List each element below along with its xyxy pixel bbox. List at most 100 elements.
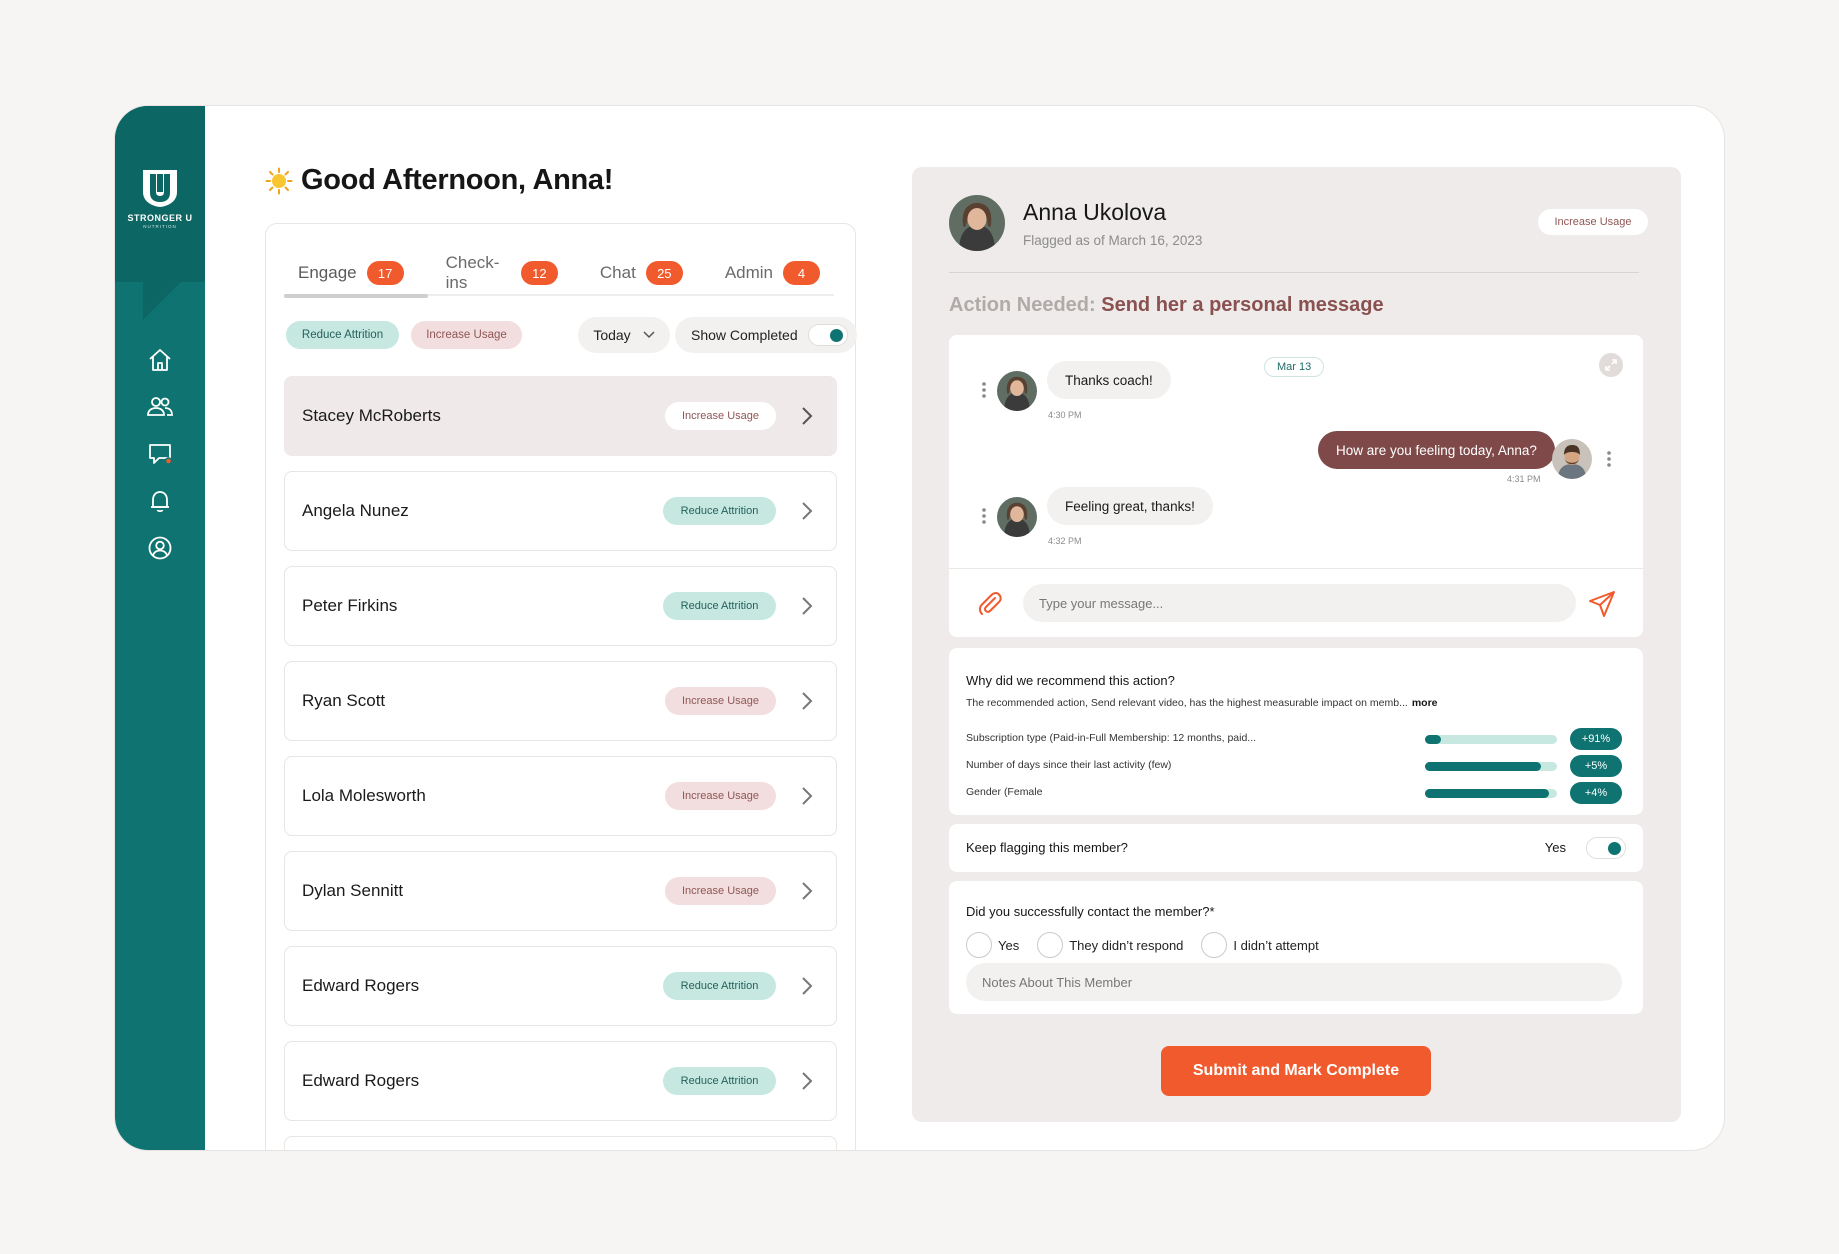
radio-label: They didn’t respond [1069,937,1184,953]
sidebar: STRONGER U NUTRITION [115,106,205,1150]
message-time: 4:30 PM [1048,410,1082,420]
message-bubble-outgoing: How are you feeling today, Anna? [1318,431,1555,469]
member-tag: Reduce Attrition [663,972,776,1000]
chevron-right-icon [802,692,813,710]
message-options-icon[interactable] [981,507,987,525]
member-name: Ryan Scott [302,691,386,710]
tab-engage-count: 17 [366,261,404,285]
tab-chat[interactable]: Chat 25 [586,252,697,294]
nav-account[interactable] [143,534,177,562]
message-bubble-incoming: Feeling great, thanks! [1047,487,1213,525]
action-needed: Action Needed: Send her a personal messa… [949,294,1384,317]
flagged-date: Flagged as of March 16, 2023 [1023,233,1203,248]
send-icon[interactable] [1587,589,1617,619]
more-link[interactable]: more [1412,697,1438,709]
factor-label: Number of days since their last activity… [966,759,1172,771]
member-tag: Increase Usage [665,687,776,715]
engage-panel: Engage 17 Check-ins 12 Chat 25 Admin 4 R… [265,223,857,1150]
member-name: Stacey McRoberts [302,406,441,425]
submit-button[interactable]: Submit and Mark Complete [1161,1046,1431,1096]
contact-question: Did you successfully contact the member?… [966,904,1215,919]
radio-didnt-attempt[interactable]: I didn’t attempt [1201,932,1319,958]
chevron-right-icon [802,407,813,425]
radio-yes[interactable]: Yes [966,932,1019,958]
notes-field[interactable] [966,963,1622,1001]
radio-label: I didn’t attempt [1233,937,1319,953]
why-description-text: The recommended action, Send relevant vi… [966,697,1408,709]
tab-check-ins-count: 12 [520,261,558,285]
contact-options: Yes They didn’t respond I didn’t attempt [966,932,1319,958]
tab-engage[interactable]: Engage 17 [284,252,418,294]
chevron-right-icon [802,882,813,900]
member-card[interactable]: Edward Rogers Reduce Attrition [284,946,837,1026]
message-options-icon[interactable] [1606,450,1612,468]
nav-chat[interactable] [143,440,177,468]
tab-chat-count: 25 [645,261,683,285]
tab-check-ins[interactable]: Check-ins 12 [432,252,572,294]
chat-composer [949,568,1643,637]
chevron-right-icon [802,977,813,995]
factor-bar [1425,762,1557,771]
expand-icon[interactable] [1599,353,1623,377]
chevron-right-icon [802,597,813,615]
date-dropdown-value: Today [593,327,631,343]
action-needed-text: Send her a personal message [1101,294,1384,316]
date-dropdown[interactable]: Today [578,317,670,353]
message-bubble-incoming: Thanks coach! [1047,361,1171,399]
member-tag: Reduce Attrition [663,497,776,525]
show-completed-toggle[interactable] [807,324,848,346]
brand-logo[interactable]: STRONGER U NUTRITION [115,106,205,282]
members-icon [147,397,173,416]
nav-members[interactable] [143,393,177,421]
chat-panel: Mar 13 Thanks coach! 4:30 PM How are you… [949,335,1643,637]
tab-chat-label: Chat [599,263,636,282]
member-card[interactable]: Edward Rogers Reduce Attrition [284,1041,837,1121]
member-card[interactable]: Dylan Sennitt Increase Usage [284,851,837,931]
member-name: Edward Rogers [302,1071,420,1090]
logo-shield-icon [143,170,177,207]
filter-reduce-attrition[interactable]: Reduce Attrition [286,321,399,349]
member-card[interactable]: Lola Molesworth Increase Usage [284,756,837,836]
paperclip-icon[interactable] [975,589,1003,617]
member-card-partial[interactable] [284,1136,837,1150]
factor-bar [1425,735,1557,744]
factor-label: Subscription type (Paid-in-Full Membersh… [966,732,1257,744]
chevron-right-icon [802,502,813,520]
brand-sub: NUTRITION [143,224,177,229]
account-icon [148,536,172,560]
radio-circle[interactable] [1037,932,1064,958]
greeting-text: Good Afternoon, Anna! [301,164,614,196]
message-options-icon[interactable] [981,381,987,399]
message-time: 4:32 PM [1048,536,1082,546]
member-card[interactable]: Angela Nunez Reduce Attrition [284,471,837,551]
tab-engage-label: Engage [298,263,357,282]
filter-increase-usage[interactable]: Increase Usage [411,321,522,349]
chevron-right-icon [802,787,813,805]
factor-bar [1425,789,1557,798]
member-tag: Increase Usage [665,877,776,905]
filter-bar: Reduce Attrition Increase Usage Today Sh… [286,317,857,355]
factor-row: Subscription type (Paid-in-Full Membersh… [966,728,1626,750]
radio-circle[interactable] [966,932,992,958]
member-card[interactable]: Stacey McRoberts Increase Usage [284,376,837,456]
member-full-name: Anna Ukolova [1023,199,1167,225]
greeting: Good Afternoon, Anna! [265,164,613,197]
member-avatar-small [997,371,1037,411]
action-needed-prefix: Action Needed: [949,294,1096,316]
factor-value-badge: +4% [1570,782,1622,804]
nav-notifications[interactable] [143,487,177,515]
show-completed-label: Show Completed [691,327,798,343]
member-card[interactable]: Ryan Scott Increase Usage [284,661,837,741]
member-name: Angela Nunez [302,501,409,520]
radio-didnt-respond[interactable]: They didn’t respond [1037,932,1183,958]
radio-circle[interactable] [1201,932,1228,958]
member-tag: Increase Usage [665,402,776,430]
tab-admin[interactable]: Admin 4 [711,252,834,294]
keep-flagging-toggle[interactable] [1586,837,1626,859]
message-input[interactable] [1023,584,1576,622]
chat-icon [149,444,173,465]
member-card[interactable]: Peter Firkins Reduce Attrition [284,566,837,646]
nav-home[interactable] [143,346,177,374]
avatar [949,195,1005,251]
factor-row: Number of days since their last activity… [966,755,1626,777]
